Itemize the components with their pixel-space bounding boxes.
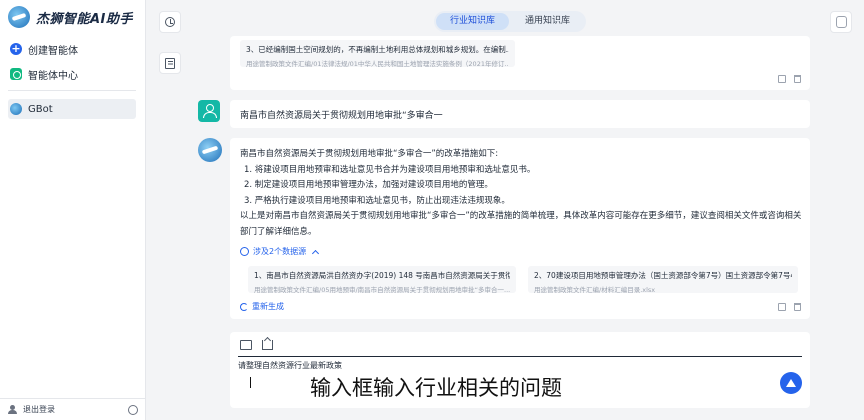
copy-icon[interactable] <box>778 303 786 311</box>
trash-icon[interactable] <box>794 303 801 311</box>
answer-intro: 南昌市自然资源局关于贯彻规划用地审批“多审合一”的改革措施如下: <box>240 149 499 159</box>
gbot-label: GBot <box>28 103 53 115</box>
text-cursor <box>250 377 251 388</box>
answer-point: 2. 制定建设项目用地预审管理办法，加强对建设项目用地的管理。 <box>244 180 493 190</box>
notes-button[interactable] <box>159 52 181 74</box>
user-icon <box>8 405 17 414</box>
plus-circle-icon: + <box>10 42 22 55</box>
citation-card[interactable]: 2、70建设项目用地预审管理办法（国土资源部令第7号）国土资源部令第7号4...… <box>528 266 798 293</box>
tutorial-caption: 输入框输入行业相关的问题 <box>310 376 562 400</box>
clock-icon <box>165 17 175 27</box>
citation-card[interactable]: 1、南昌市自然资源局洪自然资办字(2019) 148 号南昌市自然资源局关于贯彻… <box>248 266 516 293</box>
send-button[interactable] <box>780 372 802 394</box>
gear-icon[interactable] <box>128 404 138 415</box>
input-panel: 输入框输入行业相关的问题 <box>230 332 810 408</box>
question-input[interactable] <box>238 361 738 370</box>
prev-citation-title: 3、已经编制国土空间规划的，不再编制土地利用总体规划和城乡规划。在编制... <box>246 45 509 54</box>
citation-source: 用途管制政策文件汇编/05用地预审/南昌市自然资源局关于贯彻规划用地审批“多审合… <box>254 286 510 293</box>
image-upload-icon[interactable] <box>240 340 252 350</box>
regenerate-label: 重新生成 <box>252 302 284 311</box>
citation-title: 1、南昌市自然资源局洪自然资办字(2019) 148 号南昌市自然资源局关于贯彻… <box>254 271 510 280</box>
history-button[interactable] <box>159 11 181 33</box>
tab-general-kb[interactable]: 通用知识库 <box>511 13 584 30</box>
answer-actions <box>778 303 801 311</box>
agent-center-icon <box>10 68 22 80</box>
check-circle-icon <box>240 247 249 256</box>
sources-toggle[interactable]: 涉及2个数据源 <box>240 246 320 257</box>
citation-source: 用途管制政策文件汇编/材料汇编目录.xlsx <box>534 286 656 293</box>
bot-profile-button[interactable] <box>830 11 852 33</box>
create-agent-label: 创建智能体 <box>28 45 78 57</box>
citation-title: 2、70建设项目用地预审管理办法（国土资源部令第7号）国土资源部令第7号4... <box>534 271 792 280</box>
knowledge-base-tabs: 行业知识库 通用知识库 <box>434 11 587 32</box>
logo-text: 杰狮智能AI助手 <box>36 11 133 27</box>
agent-center-label: 智能体中心 <box>28 70 78 82</box>
logout-button[interactable]: 退出登录 <box>23 404 55 415</box>
app-logo: 杰狮智能AI助手 <box>8 6 133 28</box>
sidebar-footer: 退出登录 <box>0 398 146 420</box>
user-message-text: 南昌市自然资源局关于贯彻规划用地审批“多审合一 <box>240 110 443 121</box>
user-message: 南昌市自然资源局关于贯彻规划用地审批“多审合一 <box>230 100 810 128</box>
bot-answer-panel: 南昌市自然资源局关于贯彻规划用地审批“多审合一”的改革措施如下: 1. 将建设项… <box>230 138 810 319</box>
answer-conclusion: 以上是对南昌市自然资源局关于贯彻规划用地审批“多审合一”的改革措施的简单梳理，具… <box>240 211 802 237</box>
copy-icon[interactable] <box>778 75 786 83</box>
gbot-logo-icon <box>10 103 22 115</box>
regenerate-button[interactable]: 重新生成 <box>240 301 284 312</box>
tab-industry-kb[interactable]: 行业知识库 <box>436 13 510 30</box>
previous-answer-panel: 3、已经编制国土空间规划的，不再编制土地利用总体规划和城乡规划。在编制... 用… <box>230 36 810 90</box>
prev-citation-card[interactable]: 3、已经编制国土空间规划的，不再编制土地利用总体规划和城乡规划。在编制... 用… <box>240 40 515 67</box>
answer-point: 1. 将建设项目用地预审和选址意见书合并为建设项目用地预审和选址意见书。 <box>244 164 536 175</box>
agent-center-button[interactable]: 智能体中心 <box>8 64 136 84</box>
answer-point: 3. 严格执行建设项目用地预审和选址意见书，防止出现违法违规现象。 <box>244 195 510 206</box>
robot-icon <box>835 16 847 28</box>
create-agent-button[interactable]: + 创建智能体 <box>8 39 136 59</box>
logo-mark-icon <box>8 6 30 28</box>
sidebar: 杰狮智能AI助手 + 创建智能体 智能体中心 GBot 退出登录 <box>0 0 146 420</box>
sidebar-item-gbot[interactable]: GBot <box>8 99 136 119</box>
refresh-icon <box>240 302 248 311</box>
prev-citation-source: 用途管制政策文件汇编/01法律法规/01中华人民共和国土地管理法实施条例（202… <box>246 60 509 67</box>
input-underline <box>238 356 802 357</box>
sources-label: 涉及2个数据源 <box>253 247 307 256</box>
chevron-up-icon <box>312 249 320 257</box>
answer-text: 南昌市自然资源局关于贯彻规划用地审批“多审合一”的改革措施如下: 1. 将建设项… <box>240 147 805 240</box>
sidebar-divider <box>8 90 136 91</box>
bot-avatar <box>198 138 222 162</box>
trash-icon[interactable] <box>794 75 801 83</box>
note-icon <box>165 57 175 69</box>
prev-actions <box>778 75 801 83</box>
user-avatar <box>198 100 220 122</box>
file-upload-icon[interactable] <box>262 340 273 350</box>
